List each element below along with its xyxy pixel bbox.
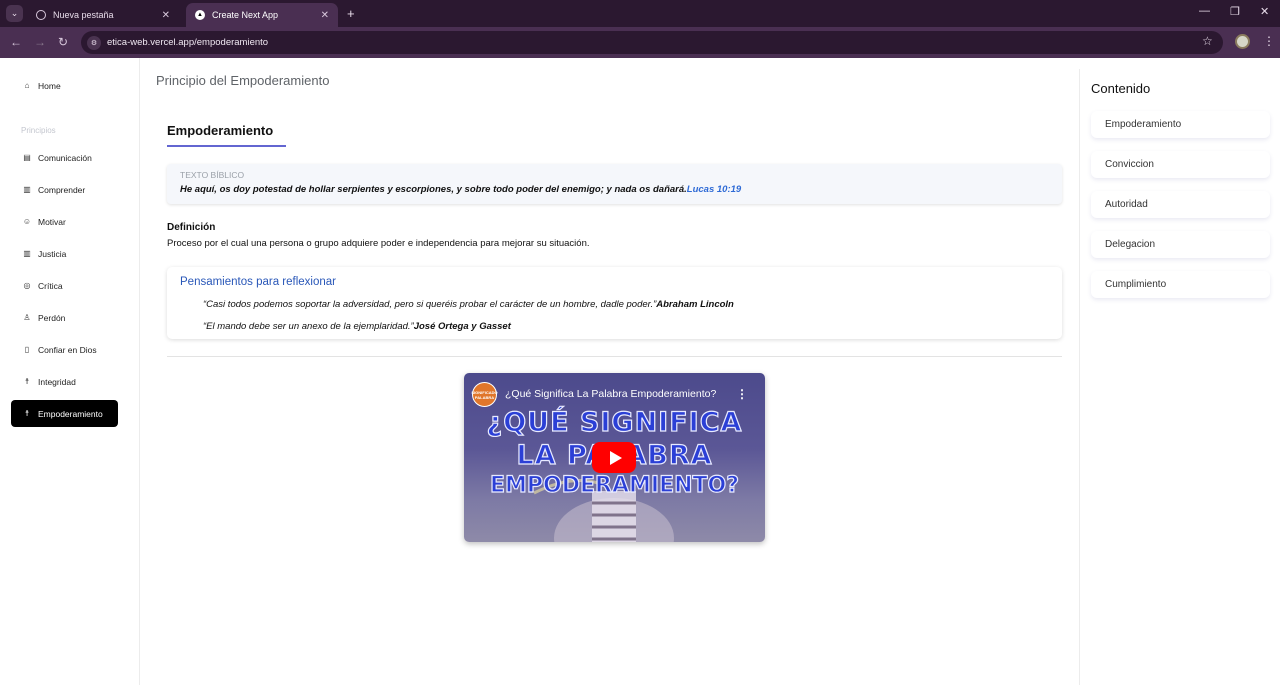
video-more-icon[interactable]: ⋮ <box>736 387 748 401</box>
compass-icon: ◎ <box>23 281 31 290</box>
tab-search-button[interactable]: ⌄ <box>6 5 23 22</box>
quote-item: “El mando debe ser un anexo de la ejempl… <box>203 321 511 332</box>
site-info-icon[interactable]: ⚙ <box>87 35 101 50</box>
back-icon[interactable]: ← <box>10 35 22 49</box>
youtube-video-embed[interactable]: ¿QUÉ SIGNIFICA LA PALABRA EMPODERAMIENTO… <box>464 373 765 542</box>
toc-item-cumplimiento[interactable]: Cumplimiento <box>1091 271 1270 298</box>
sidebar-item-label: Comprender <box>38 184 86 195</box>
chrome-icon <box>36 10 46 20</box>
address-bar: ← → ↻ ⚙ etica-web.vercel.app/empoderamie… <box>0 27 1280 58</box>
tab-nueva-pestana[interactable]: Nueva pestaña ✕ <box>27 3 179 27</box>
quote-author: José Ortega y Gasset <box>413 321 511 332</box>
home-icon: ⌂ <box>24 81 30 90</box>
close-tab-icon[interactable]: ✕ <box>321 10 329 21</box>
video-title[interactable]: ¿Qué Significa La Palabra Empoderamiento… <box>505 388 725 400</box>
browser-tab-strip: ⌄ Nueva pestaña ✕ ▲ Create Next App ✕ + … <box>0 0 1280 27</box>
sidebar-item-critica[interactable]: ◎ Crítica <box>11 272 118 299</box>
sidebar-item-label: Crítica <box>38 280 63 291</box>
toc-item-empoderamiento[interactable]: Empoderamiento <box>1091 111 1270 138</box>
tab-title: Nueva pestaña <box>53 10 114 20</box>
definition-text: Proceso por el cual una persona o grupo … <box>167 238 590 249</box>
sidebar: ⌂ Home Principios ▤ Comunicación ▥ Compr… <box>0 58 140 685</box>
thoughts-title: Pensamientos para reflexionar <box>180 276 336 288</box>
table-of-contents: Contenido Empoderamiento Conviccion Auto… <box>1079 69 1280 685</box>
sidebar-item-label: Empoderamiento <box>38 408 103 419</box>
video-overlay-line: ¿QUÉ SIGNIFICA <box>486 406 743 438</box>
sidebar-item-perdon[interactable]: ♙ Perdón <box>11 304 118 331</box>
toc-item-delegacion[interactable]: Delegacion <box>1091 231 1270 258</box>
heading-underline <box>167 145 286 147</box>
tab-create-next-app[interactable]: ▲ Create Next App ✕ <box>186 3 338 27</box>
sidebar-item-label: Justicia <box>38 248 67 259</box>
sidebar-item-comunicacion[interactable]: ▤ Comunicación <box>11 144 118 171</box>
page-title: Principio del Empoderamiento <box>156 73 330 88</box>
minimize-icon[interactable]: — <box>1199 5 1210 17</box>
sidebar-item-label: Perdón <box>38 312 66 323</box>
video-overlay-line: EMPODERAMIENTO? <box>489 472 739 498</box>
person-icon: ☨ <box>24 409 30 418</box>
sidebar-item-label: Integridad <box>38 376 76 387</box>
bible-verse-text: He aquí, os doy potestad de hollar serpi… <box>180 184 687 195</box>
reload-icon[interactable]: ↻ <box>58 35 68 49</box>
sidebar-item-motivar[interactable]: ☺ Motivar <box>11 208 118 235</box>
play-button[interactable] <box>592 442 636 473</box>
sidebar-item-justicia[interactable]: ▥ Justicia <box>11 240 118 267</box>
section-heading: Empoderamiento <box>167 123 274 138</box>
quote-author: Abraham Lincoln <box>656 299 734 310</box>
bible-text-card: TEXTO BÍBLICO He aquí, os doy potestad d… <box>167 164 1062 204</box>
nextjs-icon: ▲ <box>195 10 205 20</box>
person-icon: ☨ <box>24 377 30 386</box>
bible-reference: Lucas 10:19 <box>686 184 742 195</box>
restore-icon[interactable]: ❐ <box>1230 5 1240 18</box>
definition-label: Definición <box>167 222 216 233</box>
url-input[interactable]: ⚙ etica-web.vercel.app/empoderamiento <box>81 31 1223 54</box>
new-tab-button[interactable]: + <box>347 6 355 21</box>
channel-avatar[interactable]: SIGNIFICADO PALABRA <box>471 382 498 407</box>
sidebar-item-label: Confiar en Dios <box>38 344 97 355</box>
book-icon: ▯ <box>24 345 30 354</box>
sidebar-item-confiar-en-dios[interactable]: ▯ Confiar en Dios <box>11 336 118 363</box>
user-icon: ♙ <box>23 313 31 322</box>
browser-menu-icon[interactable]: ⋮ <box>1263 34 1275 48</box>
sidebar-item-comprender[interactable]: ▥ Comprender <box>11 176 118 203</box>
book-icon: ▤ <box>23 153 31 162</box>
forward-icon[interactable]: → <box>34 35 46 49</box>
notebook-icon: ▥ <box>23 185 31 194</box>
close-tab-icon[interactable]: ✕ <box>162 10 170 21</box>
url-text: etica-web.vercel.app/empoderamiento <box>107 37 269 48</box>
toc-item-autoridad[interactable]: Autoridad <box>1091 191 1270 218</box>
toc-item-conviccion[interactable]: Conviccion <box>1091 151 1270 178</box>
toc-title: Contenido <box>1091 81 1151 96</box>
play-icon <box>609 450 622 465</box>
quote-item: “Casi todos podemos soportar la adversid… <box>203 299 734 310</box>
sidebar-item-empoderamiento[interactable]: ☨ Empoderamiento <box>11 400 118 427</box>
sidebar-item-label: Motivar <box>38 216 66 227</box>
tab-title: Create Next App <box>212 10 279 20</box>
columns-icon: ▥ <box>23 249 31 258</box>
sidebar-item-label: Comunicación <box>38 152 92 163</box>
quote-text: “El mando debe ser un anexo de la ejempl… <box>203 321 414 332</box>
sidebar-section-label: Principios <box>21 126 56 135</box>
bible-label: TEXTO BÍBLICO <box>180 170 245 180</box>
sidebar-item-home[interactable]: ⌂ Home <box>11 72 118 99</box>
smile-icon: ☺ <box>22 217 32 226</box>
close-window-icon[interactable]: ✕ <box>1260 5 1269 18</box>
bookmark-star-icon[interactable]: ☆ <box>1202 34 1213 48</box>
thoughts-card: Pensamientos para reflexionar “Casi todo… <box>167 267 1062 339</box>
sidebar-item-label: Home <box>38 80 61 91</box>
quote-text: “Casi todos podemos soportar la adversid… <box>203 299 657 310</box>
profile-avatar[interactable] <box>1235 34 1250 49</box>
sidebar-item-integridad[interactable]: ☨ Integridad <box>11 368 118 395</box>
bible-verse: He aquí, os doy potestad de hollar serpi… <box>180 184 741 195</box>
content-divider <box>167 356 1062 357</box>
